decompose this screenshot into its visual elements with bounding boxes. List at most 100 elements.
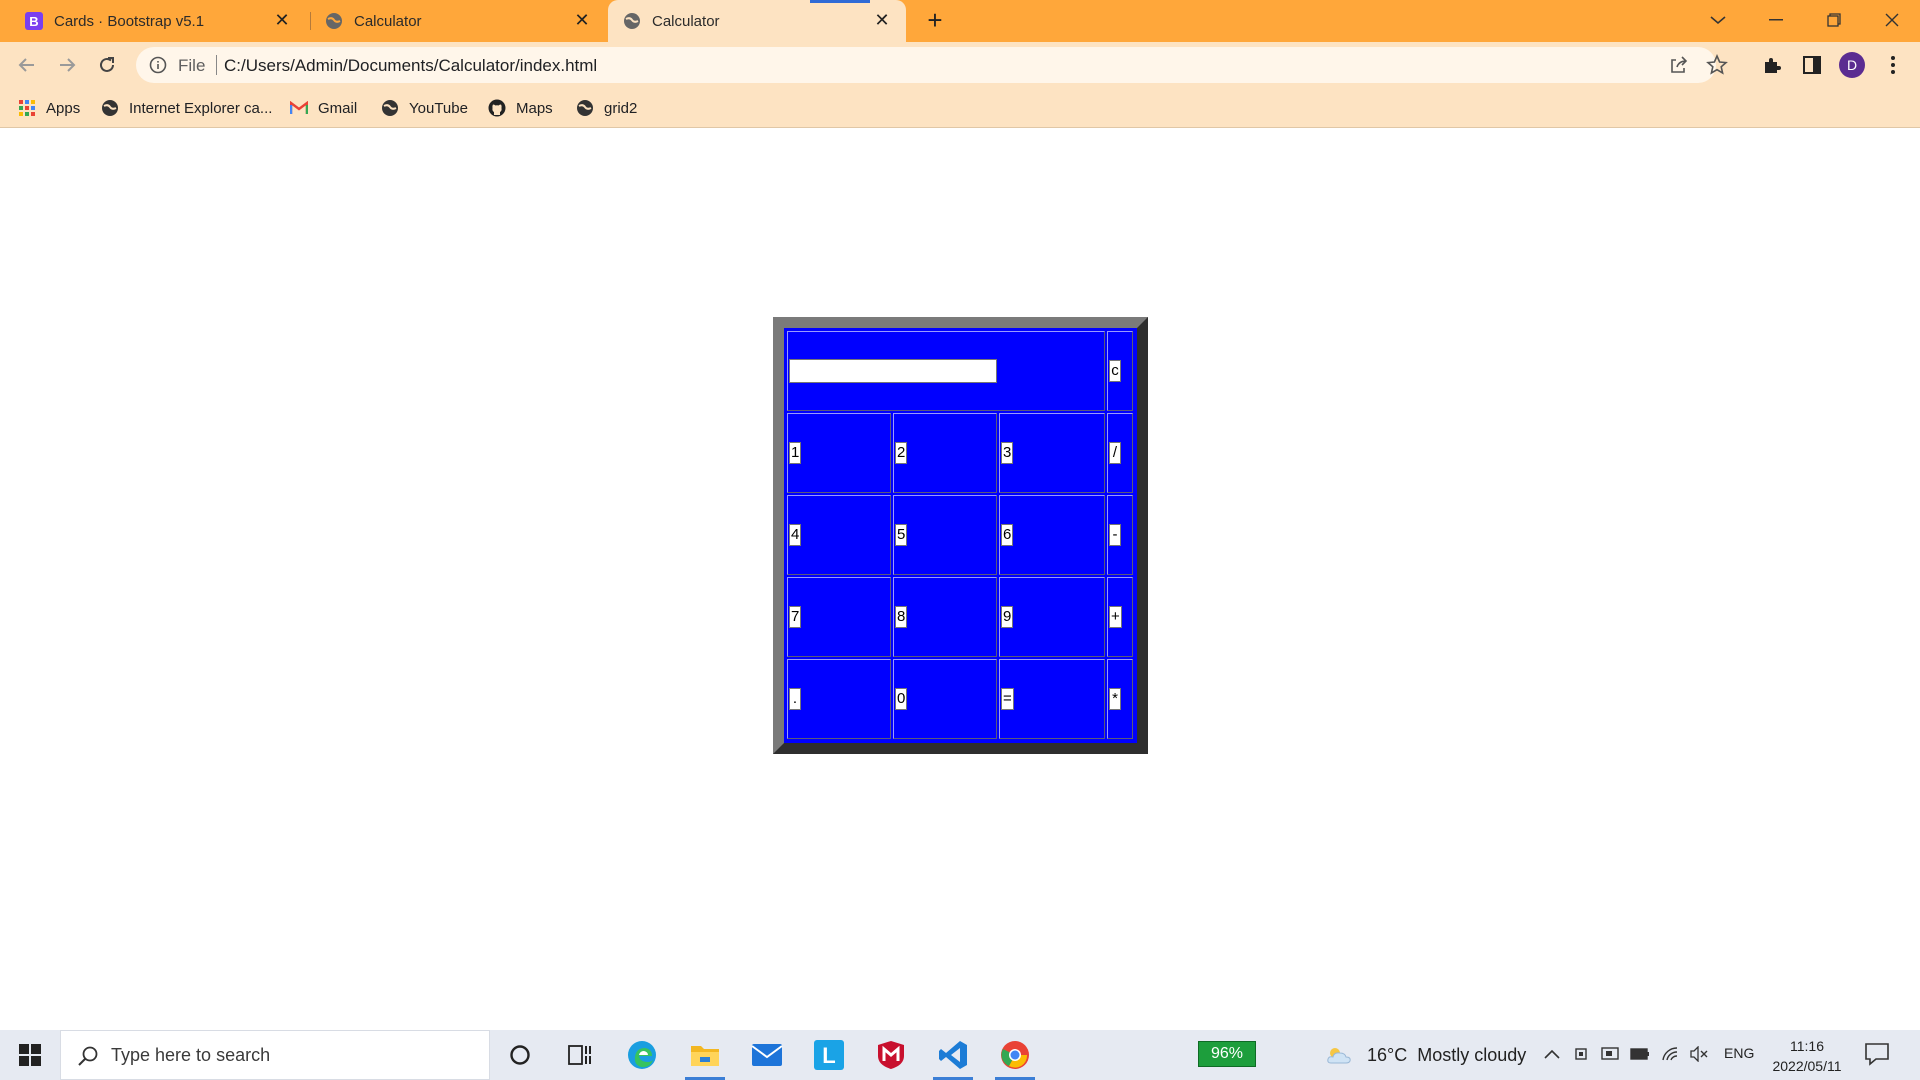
globe-icon — [622, 11, 642, 31]
address-divider — [216, 55, 217, 75]
forward-button[interactable] — [50, 48, 84, 82]
svg-text:L: L — [822, 1043, 835, 1068]
key-0-button[interactable]: 0 — [894, 688, 908, 710]
key-cell: 5 — [892, 495, 997, 575]
keypad-row: 7 8 9 + — [787, 577, 1133, 657]
bookmark-youtube[interactable]: YouTube — [381, 96, 468, 120]
tab-title: Calculator — [652, 12, 720, 30]
reload-button[interactable] — [90, 48, 124, 82]
keypad-row: 4 5 6 - — [787, 495, 1133, 575]
edge-browser-icon[interactable] — [613, 1030, 671, 1080]
close-tab-icon[interactable]: ✕ — [572, 10, 592, 30]
close-window-button[interactable] — [1864, 0, 1920, 40]
globe-icon — [324, 11, 344, 31]
clock-time: 11:16 — [1790, 1038, 1824, 1054]
tab-bootstrap-cards[interactable]: B Cards · Bootstrap v5.1 ✕ — [16, 0, 306, 42]
bookmark-apps[interactable]: Apps — [18, 96, 80, 120]
bookmark-label: Gmail — [318, 99, 358, 117]
key-cell: - — [1107, 495, 1133, 575]
key-2-button[interactable]: 2 — [894, 442, 908, 464]
key-cell: 8 — [892, 577, 997, 657]
new-tab-button[interactable]: + — [920, 6, 950, 36]
file-explorer-icon[interactable] — [676, 1030, 734, 1080]
tab-search-chevron-icon[interactable] — [1690, 0, 1746, 40]
subtract-button[interactable]: - — [1109, 524, 1121, 546]
key-3-button[interactable]: 3 — [1000, 442, 1014, 464]
divide-button[interactable]: / — [1109, 442, 1121, 464]
input-language[interactable]: ENG — [1724, 1045, 1754, 1061]
key-cell: 3 — [998, 413, 1105, 493]
windows-taskbar: Type here to search L 96% 16°C Mostly cl… — [0, 1030, 1920, 1080]
key-cell: 4 — [787, 495, 891, 575]
calculator-display[interactable] — [789, 359, 997, 383]
key-4-button[interactable]: 4 — [789, 524, 802, 546]
share-icon[interactable] — [1668, 54, 1690, 76]
back-button[interactable] — [10, 48, 44, 82]
battery-percent-widget[interactable]: 96% — [1198, 1041, 1256, 1067]
bookmark-label: YouTube — [409, 99, 468, 117]
restore-button[interactable] — [1806, 0, 1862, 40]
multiply-button[interactable]: * — [1109, 688, 1121, 710]
tab-calculator-active[interactable]: Calculator ✕ — [608, 0, 906, 42]
clock-date: 2022/05/11 — [1772, 1058, 1842, 1074]
url-text[interactable]: C:/Users/Admin/Documents/Calculator/inde… — [224, 56, 597, 76]
key-5-button[interactable]: 5 — [894, 524, 908, 546]
weather-widget[interactable]: 16°C Mostly cloudy — [1325, 1042, 1526, 1068]
bookmark-gmail[interactable]: Gmail — [290, 96, 357, 120]
key-6-button[interactable]: 6 — [1000, 524, 1014, 546]
wifi-icon[interactable] — [1659, 1043, 1681, 1065]
task-view-icon[interactable] — [551, 1030, 609, 1080]
key-8-button[interactable]: 8 — [894, 606, 908, 628]
meet-now-icon[interactable] — [1571, 1043, 1593, 1065]
menu-kebab-icon[interactable] — [1878, 50, 1908, 80]
key-cell: = — [998, 659, 1105, 739]
display-cell — [787, 331, 1105, 411]
key-cell: / — [1107, 413, 1133, 493]
key-9-button[interactable]: 9 — [1000, 606, 1014, 628]
bootstrap-icon: B — [24, 11, 44, 31]
globe-icon — [101, 99, 119, 117]
tab-calculator-1[interactable]: Calculator ✕ — [316, 0, 606, 42]
key-1-button[interactable]: 1 — [789, 442, 802, 464]
browser-toolbar: File C:/Users/Admin/Documents/Calculator… — [0, 42, 1920, 88]
key-cell: + — [1107, 577, 1133, 657]
chrome-icon[interactable] — [986, 1030, 1044, 1080]
bookmark-label: Apps — [46, 99, 81, 117]
volume-muted-icon[interactable] — [1688, 1043, 1710, 1065]
cortana-icon[interactable] — [491, 1030, 549, 1080]
notifications-icon[interactable] — [1864, 1042, 1892, 1068]
close-tab-icon[interactable]: ✕ — [272, 10, 292, 30]
profile-avatar[interactable]: D — [1837, 50, 1867, 80]
display-settings-icon[interactable] — [1599, 1043, 1621, 1065]
key-cell: . — [787, 659, 891, 739]
bookmark-internet-explorer[interactable]: Internet Explorer ca... — [101, 96, 272, 120]
equals-button[interactable]: = — [1000, 688, 1014, 710]
system-clock[interactable]: 11:16 2022/05/11 — [1768, 1036, 1846, 1076]
tab-separator — [310, 12, 311, 30]
key-cell: 0 — [892, 659, 997, 739]
decimal-button[interactable]: . — [789, 688, 801, 710]
bookmark-star-icon[interactable] — [1706, 53, 1728, 76]
l-app-icon[interactable]: L — [800, 1030, 858, 1080]
battery-icon[interactable] — [1629, 1043, 1651, 1065]
side-panel-icon[interactable] — [1797, 50, 1827, 80]
clear-button[interactable]: c — [1109, 360, 1121, 382]
minimize-button[interactable] — [1748, 0, 1804, 40]
address-bar[interactable]: File C:/Users/Admin/Documents/Calculator… — [136, 47, 1728, 83]
bookmark-grid2[interactable]: grid2 — [576, 96, 637, 120]
mcafee-icon[interactable] — [862, 1030, 920, 1080]
cloud-icon — [1325, 1045, 1353, 1065]
add-button[interactable]: + — [1109, 606, 1122, 628]
mail-icon[interactable] — [738, 1030, 796, 1080]
key-7-button[interactable]: 7 — [789, 606, 802, 628]
site-info-icon[interactable] — [148, 55, 168, 75]
extensions-puzzle-icon[interactable] — [1757, 50, 1787, 80]
keypad-row: . 0 = * — [787, 659, 1133, 739]
avatar-initial: D — [1839, 52, 1865, 78]
chevron-up-icon[interactable] — [1541, 1043, 1563, 1065]
windows-start-icon[interactable] — [0, 1030, 60, 1080]
bookmark-maps[interactable]: Maps — [488, 96, 553, 120]
vscode-icon[interactable] — [924, 1030, 982, 1080]
taskbar-search-box[interactable]: Type here to search — [60, 1030, 490, 1080]
close-tab-icon[interactable]: ✕ — [872, 10, 892, 30]
